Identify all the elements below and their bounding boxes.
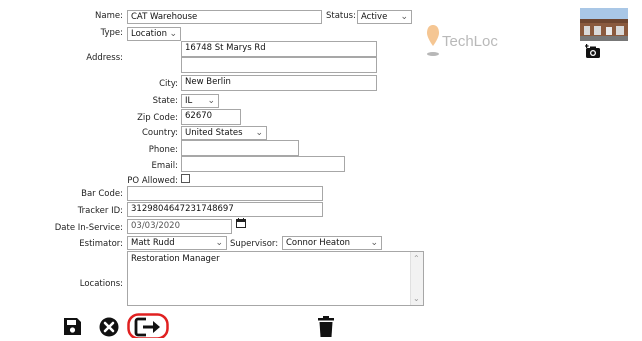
supervisor-label: Supervisor: [230,239,279,249]
location-photo[interactable] [580,8,628,41]
address-line2-input[interactable] [181,57,377,73]
locations-textarea[interactable]: Restoration Manager ⌃ ⌄ [127,251,424,306]
chevron-down-icon: ⌄ [255,128,263,138]
state-label: State: [152,96,178,106]
chevron-down-icon: ⌄ [207,96,215,106]
type-select[interactable]: Location ⌄ [127,27,181,41]
cancel-icon[interactable] [99,317,119,337]
name-input[interactable]: CAT Warehouse [127,10,322,24]
trash-icon[interactable] [318,316,334,337]
phone-input[interactable] [181,140,299,156]
chevron-down-icon: ⌄ [400,12,408,22]
locations-value: Restoration Manager [131,254,220,264]
status-select[interactable]: Active ⌄ [357,10,412,24]
country-value: United States [185,128,243,138]
po-allowed-checkbox[interactable] [181,174,190,183]
country-label: Country: [141,128,178,138]
calendar-icon[interactable] [236,218,246,228]
state-select[interactable]: IL ⌄ [181,94,219,108]
state-value: IL [185,96,193,106]
country-select[interactable]: United States ⌄ [181,126,267,140]
supervisor-select[interactable]: Connor Heaton ⌄ [282,236,382,250]
address-label: Address: [86,53,123,63]
add-photo-icon[interactable] [584,44,601,58]
tracker-id-input[interactable]: 3129804647231748697 [127,202,323,217]
email-label: Email: [151,161,178,171]
type-label: Type: [100,28,123,38]
name-label: Name: [95,11,123,21]
locations-scrollbar[interactable]: ⌃ ⌄ [410,252,423,305]
locations-label: Locations: [79,279,123,289]
supervisor-value: Connor Heaton [286,238,351,248]
bar-code-label: Bar Code: [81,189,123,199]
tracker-id-label: Tracker ID: [77,206,123,216]
date-in-service-label: Date In-Service: [54,223,123,233]
zip-input[interactable]: 62670 [181,109,241,125]
estimator-label: Estimator: [79,239,123,249]
bar-code-input[interactable] [127,186,323,201]
estimator-value: Matt Rudd [131,238,175,248]
city-label: City: [159,79,178,89]
chevron-down-icon: ⌄ [370,238,378,248]
city-input[interactable]: New Berlin [181,75,377,91]
phone-label: Phone: [148,145,178,155]
save-icon[interactable] [63,317,82,336]
email-input[interactable] [181,156,345,172]
location-pin-icon [426,24,440,58]
date-in-service-input[interactable]: 03/03/2020 [127,219,232,234]
chevron-down-icon: ⌄ [215,238,223,248]
chevron-down-icon: ⌄ [169,29,177,39]
techloc-watermark: TechLoc [442,33,498,50]
zip-label: Zip Code: [137,113,178,123]
status-label: Status: [326,11,356,21]
type-value: Location [131,29,167,39]
estimator-select[interactable]: Matt Rudd ⌄ [127,236,227,250]
exit-icon[interactable] [127,313,169,340]
status-value: Active [361,12,388,22]
po-allowed-label: PO Allowed: [127,176,178,186]
address-line1-input[interactable]: 16748 St Marys Rd [181,41,377,57]
